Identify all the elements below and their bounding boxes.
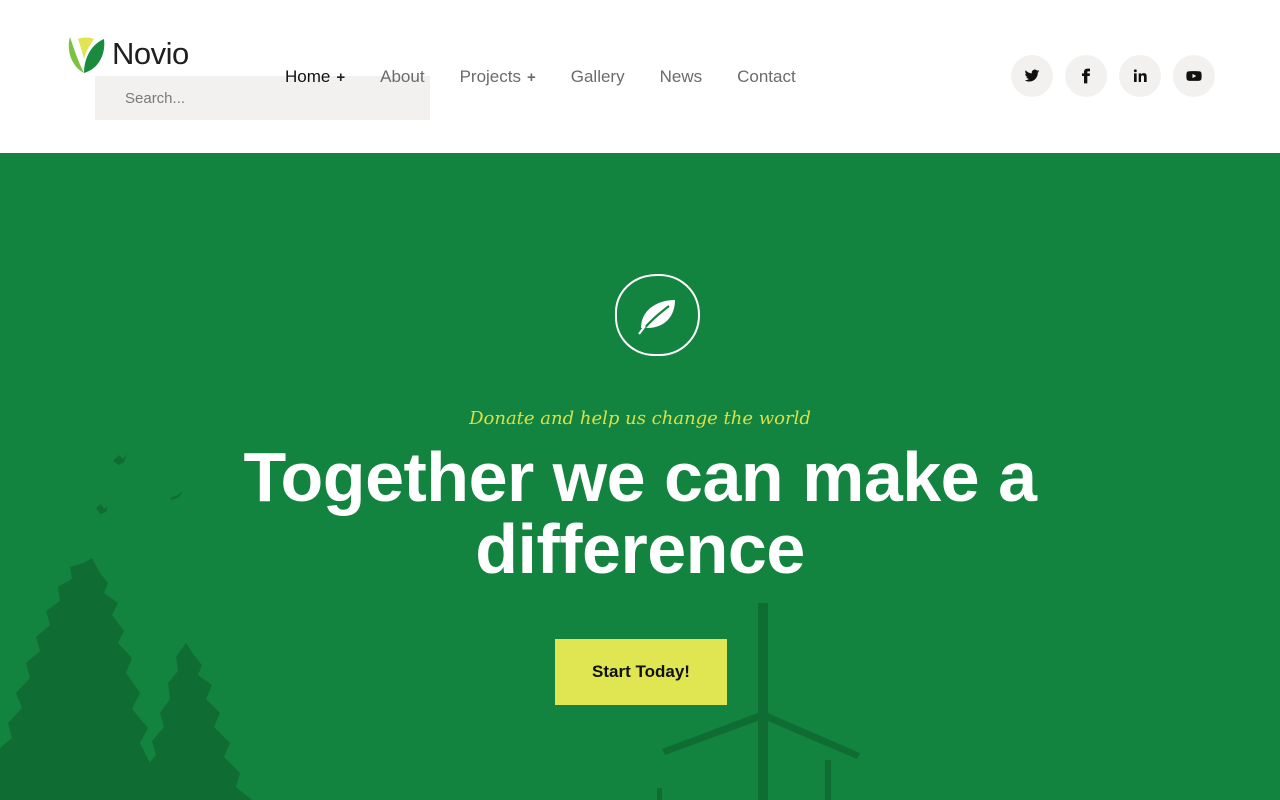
nav-projects[interactable]: Projects + xyxy=(460,67,536,87)
brand-name: Novio xyxy=(112,36,189,71)
plus-icon: + xyxy=(526,68,536,86)
nav-projects-label: Projects xyxy=(459,67,521,86)
youtube-button[interactable] xyxy=(1173,55,1215,97)
nav-gallery-label: Gallery xyxy=(570,67,625,86)
youtube-icon xyxy=(1186,71,1202,81)
twitter-icon xyxy=(1024,69,1040,82)
linkedin-button[interactable] xyxy=(1119,55,1161,97)
social-links xyxy=(1011,55,1215,97)
plus-icon: + xyxy=(336,68,346,86)
logo[interactable]: Novio xyxy=(64,33,189,75)
nav-home[interactable]: Home + xyxy=(285,67,345,87)
linkedin-icon xyxy=(1133,69,1147,82)
facebook-button[interactable] xyxy=(1065,55,1107,97)
nav-home-label: Home xyxy=(285,67,331,86)
main-nav: Home + About Projects + Gallery News Con… xyxy=(285,66,831,88)
nav-contact[interactable]: Contact xyxy=(737,67,796,87)
nav-news-label: News xyxy=(659,67,703,86)
nav-news[interactable]: News xyxy=(660,67,703,87)
nav-contact-label: Contact xyxy=(737,67,796,86)
leaf-logo-icon xyxy=(68,37,105,73)
site-header: Novio Home + About Projects + Gallery Ne… xyxy=(0,0,1280,153)
nav-gallery[interactable]: Gallery xyxy=(571,67,625,87)
start-today-button[interactable]: Start Today! xyxy=(555,639,727,705)
nav-about-label: About xyxy=(380,67,425,86)
leaf-badge-icon xyxy=(614,273,701,357)
twitter-button[interactable] xyxy=(1011,55,1053,97)
hero-tagline: Donate and help us change the world xyxy=(469,408,811,429)
hero-headline: Together we can make a difference xyxy=(243,438,1037,588)
nav-about[interactable]: About xyxy=(380,67,424,87)
hero-section: Donate and help us change the world Toge… xyxy=(0,153,1280,800)
facebook-icon xyxy=(1082,68,1090,84)
